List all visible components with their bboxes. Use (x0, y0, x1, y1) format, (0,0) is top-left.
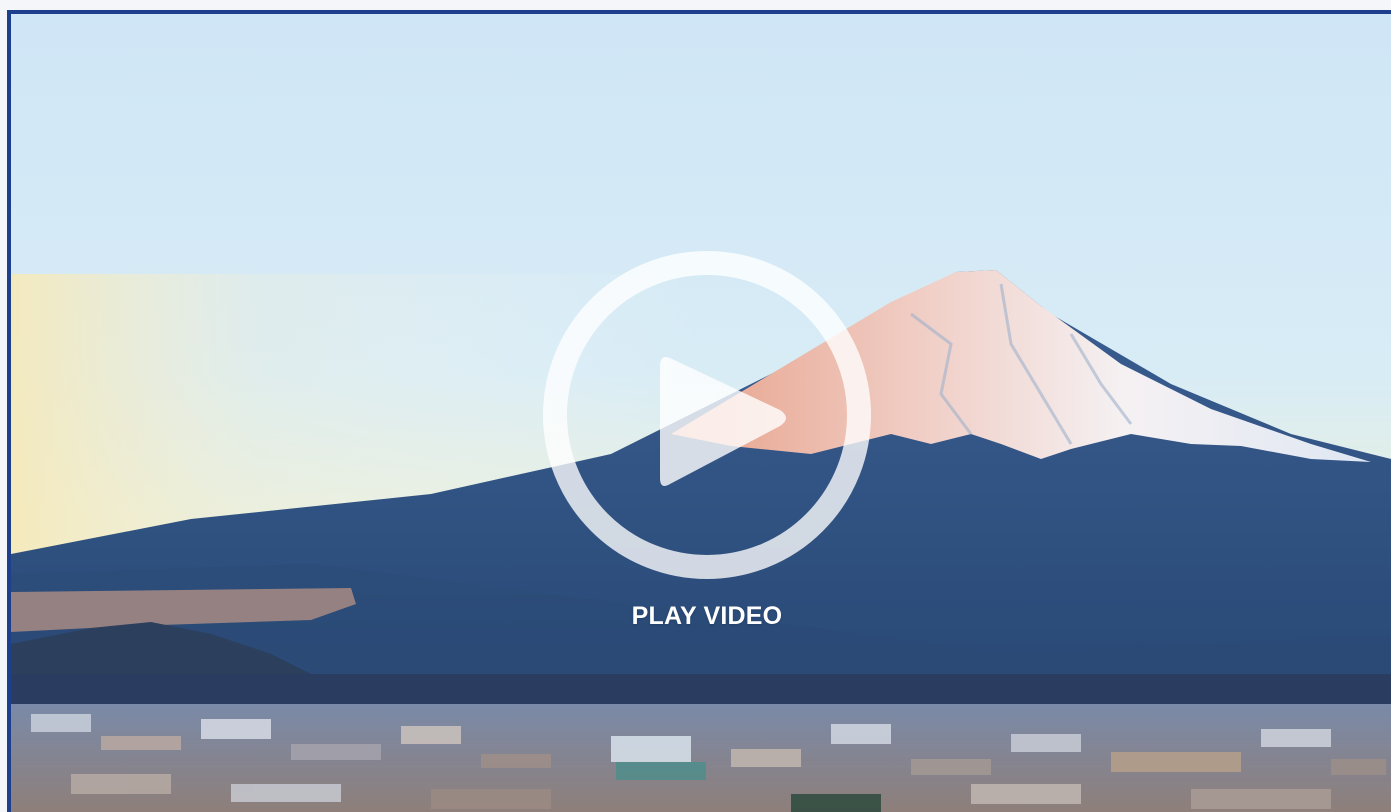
video-card: PLAY VIDEO (7, 10, 1391, 812)
video-poster[interactable]: PLAY VIDEO (11, 14, 1391, 812)
play-video-button[interactable]: PLAY VIDEO (531, 250, 883, 650)
play-video-label: PLAY VIDEO (631, 602, 783, 630)
page-background: PLAY VIDEO (0, 0, 1391, 812)
play-icon (542, 250, 872, 580)
